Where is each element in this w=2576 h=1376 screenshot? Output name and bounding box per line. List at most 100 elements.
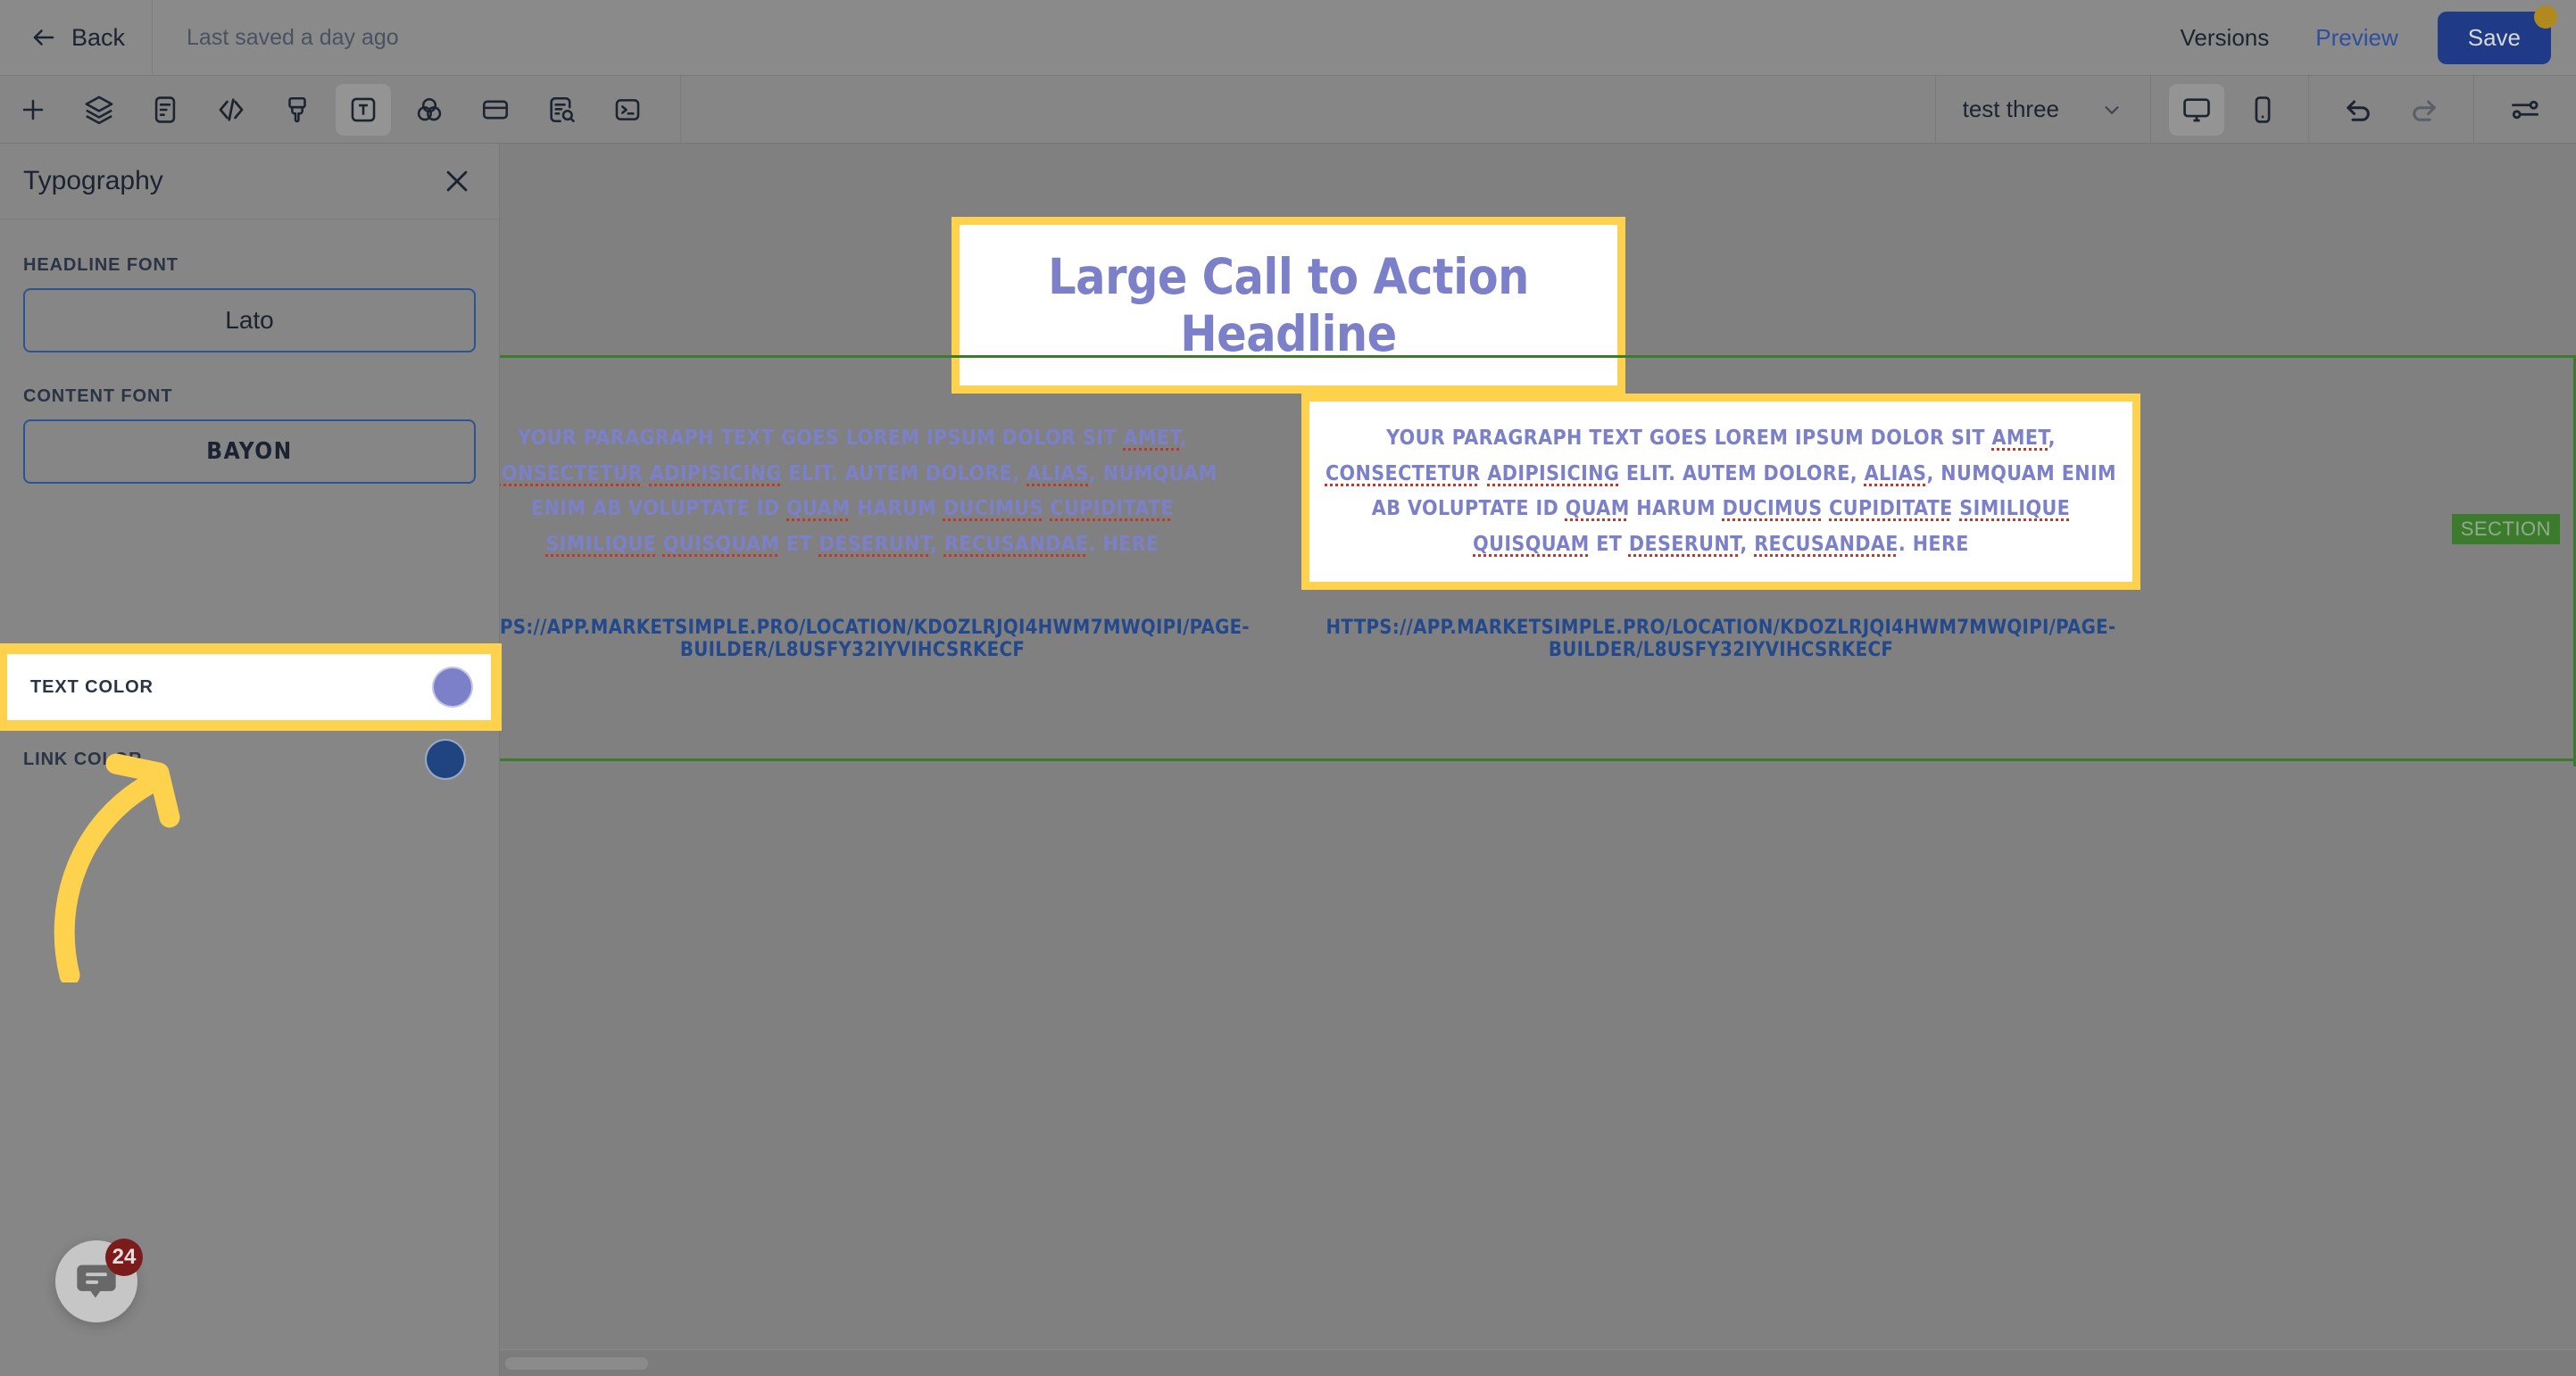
mobile-icon [2255, 95, 2271, 123]
undo-icon [2347, 100, 2370, 121]
color-palette-icon [417, 97, 442, 120]
unsaved-changes-dot-icon [2534, 4, 2557, 29]
editor-settings-button[interactable] [2497, 84, 2553, 136]
colors-button[interactable] [402, 84, 457, 136]
headline-font-select[interactable]: Lato [23, 288, 476, 352]
para-seg-misspelled: AMET [1991, 427, 2048, 450]
text-color-label: TEXT COLOR [30, 676, 154, 697]
sliders-icon [2512, 100, 2539, 119]
add-element-icon [22, 99, 44, 120]
para-seg-misspelled: CONSECTETUR [500, 461, 644, 485]
link-color-label: LINK COLOR [23, 749, 143, 769]
para-seg-misspelled: SIMILIQUE [545, 532, 657, 556]
page-select-dropdown[interactable]: test three [1936, 76, 2150, 144]
paragraph-column-right: YOUR PARAGRAPH TEXT GOES LOREM IPSUM DOL… [1301, 394, 2140, 661]
para-seg [1823, 497, 1830, 520]
back-button-label: Back [71, 23, 126, 51]
editor-toolbar: test three [0, 75, 2576, 144]
save-button[interactable]: Save [2437, 4, 2557, 64]
console-button[interactable] [600, 84, 655, 136]
add-element-button[interactable] [5, 84, 61, 136]
page-url-left[interactable]: HTTPS://APP.MARKETSIMPLE.PRO/LOCATION/KD… [500, 617, 1250, 661]
document-icon [154, 95, 176, 123]
para-seg-misspelled: ALIAS [1026, 461, 1089, 485]
seo-search-icon [550, 96, 575, 122]
canvas-horizontal-scrollbar[interactable] [500, 1349, 2576, 1376]
undo-button[interactable] [2331, 84, 2386, 136]
link-color-swatch[interactable] [425, 739, 466, 780]
code-icon [219, 97, 244, 121]
headline-font-label: HEADLINE FONT [23, 255, 179, 275]
para-seg-misspelled: ADIPISICING [649, 461, 782, 485]
page-canvas[interactable]: Large Call to Action Headline SECTION YO… [500, 144, 2576, 1376]
toolbar-divider-4 [2308, 75, 2309, 144]
page-document-button[interactable] [137, 84, 193, 136]
text-icon [351, 97, 376, 121]
redo-icon [2413, 100, 2436, 121]
brush-icon [288, 96, 306, 122]
para-seg-misspelled: CUPIDITATE [1050, 497, 1174, 521]
brush-styles-button[interactable] [270, 84, 325, 136]
para-seg [643, 462, 650, 485]
para-seg: , [2048, 427, 2056, 450]
panel-body: HEADLINE FONT Lato CONTENT FONT BAYON [0, 220, 499, 484]
para-seg-misspelled: QUISQUAM [1473, 532, 1590, 556]
para-seg-misspelled: QUISQUAM [662, 532, 780, 556]
page-url-right[interactable]: HTTPS://APP.MARKETSIMPLE.PRO/LOCATION/KD… [1301, 617, 2140, 661]
content-font-label: CONTENT FONT [23, 386, 173, 406]
page-select-value: test three [1962, 95, 2059, 122]
layers-button[interactable] [71, 84, 127, 136]
header-actions: Versions Preview Save [2157, 0, 2576, 76]
card-icon [482, 100, 509, 119]
para-seg: . HERE [1898, 532, 1969, 556]
back-button[interactable]: Back [0, 0, 152, 76]
redo-button[interactable] [2397, 84, 2452, 136]
toolbar-divider-1 [680, 75, 681, 144]
layers-icon [85, 95, 113, 124]
para-seg: YOUR PARAGRAPH TEXT GOES LOREM IPSUM DOL… [1386, 427, 1992, 450]
viewport-mobile-button[interactable] [2235, 84, 2290, 136]
paragraph-text-left[interactable]: YOUR PARAGRAPH TEXT GOES LOREM IPSUM DOL… [500, 421, 1231, 562]
content-font-select[interactable]: BAYON [23, 419, 476, 484]
sections-button[interactable] [468, 84, 523, 136]
text-color-swatch[interactable] [432, 667, 473, 708]
para-seg-misspelled: ADIPISICING [1487, 461, 1620, 485]
para-seg-misspelled: SIMILIQUE [1959, 497, 2071, 521]
typography-button[interactable] [336, 83, 391, 136]
para-seg: . HERE [1088, 532, 1159, 556]
paragraph-text-right[interactable]: YOUR PARAGRAPH TEXT GOES LOREM IPSUM DOL… [1324, 421, 2118, 562]
para-seg: HARUM [1629, 497, 1723, 521]
versions-button[interactable]: Versions [2157, 24, 2293, 52]
para-seg-misspelled: CONSECTETUR [1325, 461, 1481, 485]
close-icon[interactable] [442, 166, 472, 196]
para-seg-misspelled: DUCIMUS [1722, 497, 1823, 521]
text-color-row[interactable]: TEXT COLOR [7, 654, 491, 720]
para-seg-misspelled: QUAM [786, 497, 851, 521]
para-seg: ELIT. AUTEM DOLORE, [781, 461, 1020, 485]
desktop-icon [2183, 97, 2210, 121]
seo-button[interactable] [534, 84, 589, 136]
paragraph-block[interactable]: YOUR PARAGRAPH TEXT GOES LOREM IPSUM DOL… [1309, 402, 2132, 583]
para-seg: , [1740, 532, 1748, 556]
toolbar-divider-5 [2473, 75, 2474, 144]
chat-widget-button[interactable]: 24 [55, 1239, 143, 1322]
preview-button[interactable]: Preview [2292, 24, 2421, 52]
para-seg-misspelled: DUCIMUS [943, 497, 1043, 521]
terminal-icon [615, 98, 640, 120]
headline-text: Large Call to Action Headline [1048, 248, 1529, 362]
link-color-row[interactable]: LINK COLOR [0, 734, 500, 784]
paragraph-column-left: YOUR PARAGRAPH TEXT GOES LOREM IPSUM DOL… [500, 394, 1250, 661]
code-button[interactable] [204, 84, 259, 136]
para-seg-misspelled: RECUSANDAE [1754, 532, 1899, 556]
viewport-toggle-group [2151, 83, 2308, 136]
viewport-desktop-button[interactable] [2169, 83, 2224, 136]
paragraph-block-highlight: YOUR PARAGRAPH TEXT GOES LOREM IPSUM DOL… [1301, 394, 2140, 591]
para-seg: , [930, 532, 938, 556]
scrollbar-thumb[interactable] [505, 1357, 648, 1370]
section-badge[interactable]: SECTION [2451, 514, 2560, 544]
toolbar-right-group [2308, 75, 2576, 144]
para-seg-misspelled: QUAM [1565, 497, 1630, 521]
save-button-label: Save [2467, 23, 2521, 51]
panel-header: Typography [0, 144, 499, 220]
para-seg-misspelled: CUPIDITATE [1829, 497, 1953, 521]
